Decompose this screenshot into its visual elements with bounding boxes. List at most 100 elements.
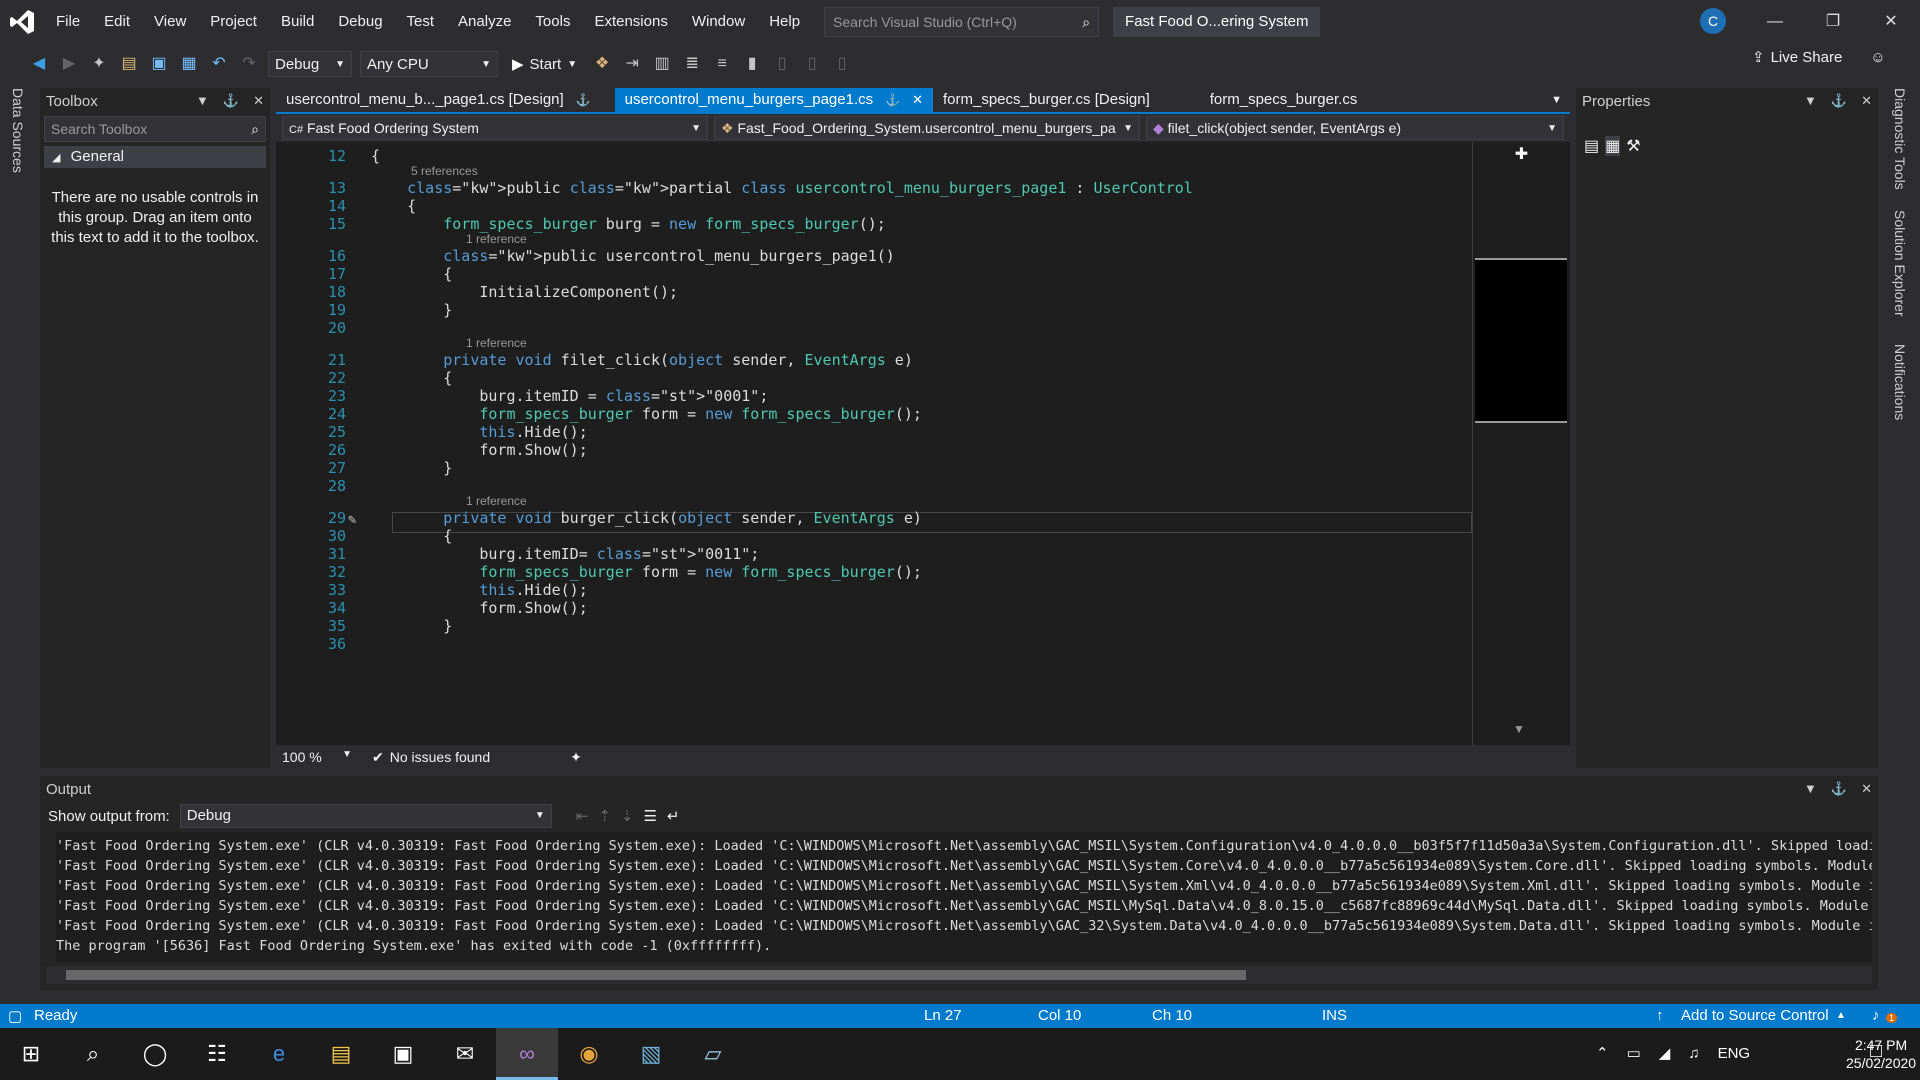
code-line[interactable]: } (371, 458, 452, 478)
menu-edit[interactable]: Edit (92, 0, 142, 44)
scroll-down-icon[interactable]: ▼ (1513, 722, 1525, 736)
store-icon[interactable]: ▣ (372, 1028, 434, 1080)
battery-icon[interactable]: ▭ (1627, 1044, 1641, 1062)
property-pages-icon[interactable]: ⚒ (1626, 136, 1640, 156)
task-view-icon[interactable]: ☷ (186, 1028, 248, 1080)
code-line[interactable]: burg.itemID= class="st">"0011"; (371, 544, 759, 564)
search-visual-studio-input[interactable]: Search Visual Studio (Ctrl+Q) ⌕ (824, 7, 1100, 37)
dropdown-icon[interactable]: ▼ (1804, 781, 1817, 797)
wifi-icon[interactable]: ◢ (1659, 1044, 1671, 1062)
platform-select[interactable]: Any CPU ▼ (360, 51, 498, 77)
tab-form-specs-code[interactable]: form_specs_burger.cs (1200, 88, 1368, 112)
status-char[interactable]: Ch 10 (1152, 1007, 1192, 1024)
scrollbar-thumb[interactable] (66, 970, 1246, 980)
menu-extensions[interactable]: Extensions (582, 0, 679, 44)
code-line[interactable]: InitializeComponent(); (371, 282, 678, 302)
tab-usercontrol-code[interactable]: usercontrol_menu_burgers_page1.cs ⚓ ✕ (614, 88, 933, 112)
pin-icon[interactable]: ⚓ (1831, 93, 1847, 109)
restore-icon[interactable]: ❐ (1804, 0, 1862, 44)
output-horizontal-scrollbar[interactable] (46, 966, 1872, 984)
code-minimap[interactable]: ✚ ▼ (1472, 142, 1570, 745)
menu-build[interactable]: Build (269, 0, 326, 44)
tab-form-specs-design[interactable]: form_specs_burger.cs [Design] (933, 88, 1160, 112)
class-dropdown[interactable]: ❖ Fast_Food_Ordering_System.usercontrol_… (713, 116, 1140, 140)
code-line[interactable]: private void filet_click(object sender, … (371, 350, 913, 370)
find-message-icon[interactable]: ⇤ (576, 807, 589, 825)
codelens-references[interactable]: 1 reference (466, 232, 527, 246)
split-icon[interactable]: ✚ (1473, 144, 1570, 164)
prev-message-icon[interactable]: ⇡ (598, 807, 611, 825)
pin-icon[interactable]: ⚓ (576, 88, 591, 112)
save-all-icon[interactable]: ▦ (178, 53, 200, 75)
member-dropdown[interactable]: ◆ filet_click(object sender, EventArgs e… (1145, 116, 1564, 140)
code-line[interactable]: private void burger_click(object sender,… (371, 508, 922, 528)
undo-icon[interactable]: ↶ (208, 53, 230, 75)
forward-icon[interactable]: ▶ (58, 53, 80, 75)
diagnostics-icon[interactable]: ❖ (591, 53, 613, 75)
notifications-tab[interactable]: Notifications (1892, 344, 1908, 420)
code-line[interactable]: form.Show(); (371, 440, 587, 460)
tab-overflow-icon[interactable]: ▼ (1551, 88, 1570, 112)
code-line[interactable]: this.Hide(); (371, 580, 587, 600)
code-line[interactable]: { (371, 196, 416, 216)
toolbox-search-input[interactable]: Search Toolbox ⌕ (44, 116, 266, 142)
notes-app-icon[interactable]: ▱ (682, 1028, 744, 1080)
project-dropdown[interactable]: C# Fast Food Ordering System ▼ (282, 116, 708, 140)
chevron-up-icon[interactable]: ▲ (1836, 1010, 1846, 1021)
language-indicator[interactable]: ENG (1718, 1045, 1751, 1062)
start-button[interactable]: ▶ Start ▼ (506, 55, 583, 74)
code-line[interactable]: form.Show(); (371, 598, 587, 618)
menu-tools[interactable]: Tools (523, 0, 582, 44)
indent-icon[interactable]: ≣ (681, 53, 703, 75)
code-line[interactable]: class="kw">public usercontrol_menu_burge… (371, 246, 895, 266)
layout-icon[interactable]: ▥ (651, 53, 673, 75)
close-icon[interactable]: ✕ (1862, 0, 1920, 44)
minimap-viewport[interactable] (1475, 258, 1567, 423)
terminal-app-icon[interactable]: ▧ (620, 1028, 682, 1080)
menu-project[interactable]: Project (198, 0, 269, 44)
diagnostic-tools-tab[interactable]: Diagnostic Tools (1892, 88, 1908, 190)
file-explorer-icon[interactable]: ▤ (310, 1028, 372, 1080)
mail-icon[interactable]: ✉ (434, 1028, 496, 1080)
code-line[interactable]: this.Hide(); (371, 422, 587, 442)
configuration-select[interactable]: Debug ▼ (268, 51, 352, 77)
solution-explorer-tab[interactable]: Solution Explorer (1892, 210, 1908, 317)
menu-view[interactable]: View (142, 0, 198, 44)
outdent-icon[interactable]: ≡ (711, 53, 733, 75)
codelens-references[interactable]: 5 references (411, 164, 478, 178)
back-icon[interactable]: ◀ (28, 53, 50, 75)
close-icon[interactable]: ✕ (1861, 781, 1872, 797)
windows-start-icon[interactable]: ⊞ (0, 1028, 62, 1080)
status-insert-mode[interactable]: INS (1322, 1007, 1347, 1024)
menu-window[interactable]: Window (680, 0, 757, 44)
menu-help[interactable]: Help (757, 0, 812, 44)
alphabetical-icon[interactable]: ▦ (1605, 136, 1621, 156)
search-icon[interactable]: ⌕ (62, 1028, 124, 1080)
code-line[interactable]: form_specs_burger form = new form_specs_… (371, 404, 922, 424)
output-text[interactable]: 'Fast Food Ordering System.exe' (CLR v4.… (56, 832, 1872, 962)
cortana-icon[interactable]: ◯ (124, 1028, 186, 1080)
code-line[interactable]: { (371, 368, 452, 388)
volume-icon[interactable]: ♫ (1688, 1045, 1699, 1062)
prev-bookmark-icon[interactable]: ▯ (771, 53, 793, 75)
code-line[interactable]: { (371, 264, 452, 284)
bell-icon[interactable]: ♪ (1872, 1007, 1880, 1024)
code-line[interactable]: form_specs_burger form = new form_specs_… (371, 562, 922, 582)
pin-icon[interactable]: ⚓ (885, 88, 900, 112)
pin-icon[interactable]: ⚓ (1831, 781, 1847, 797)
code-line[interactable]: burg.itemID = class="st">"0001"; (371, 386, 768, 406)
codelens-references[interactable]: 1 reference (466, 494, 527, 508)
redo-icon[interactable]: ↷ (238, 53, 260, 75)
zoom-select[interactable]: 100 % ▼ (282, 749, 352, 765)
next-message-icon[interactable]: ⇣ (621, 807, 634, 825)
chevron-up-icon[interactable]: ⌃ (1596, 1044, 1609, 1062)
code-line[interactable]: { (371, 146, 380, 166)
visual-studio-logo-icon[interactable] (0, 0, 44, 44)
menu-debug[interactable]: Debug (326, 0, 394, 44)
status-column[interactable]: Col 10 (1038, 1007, 1081, 1024)
code-cleanup-icon[interactable]: ✦ (570, 749, 582, 766)
data-sources-tab[interactable]: Data Sources (10, 88, 26, 173)
live-share-button[interactable]: ⇪ Live Share ☺ (1752, 48, 1886, 67)
clear-bookmarks-icon[interactable]: ▯ (831, 53, 853, 75)
tab-usercontrol-design[interactable]: usercontrol_menu_b..._page1.cs [Design] … (276, 88, 601, 112)
